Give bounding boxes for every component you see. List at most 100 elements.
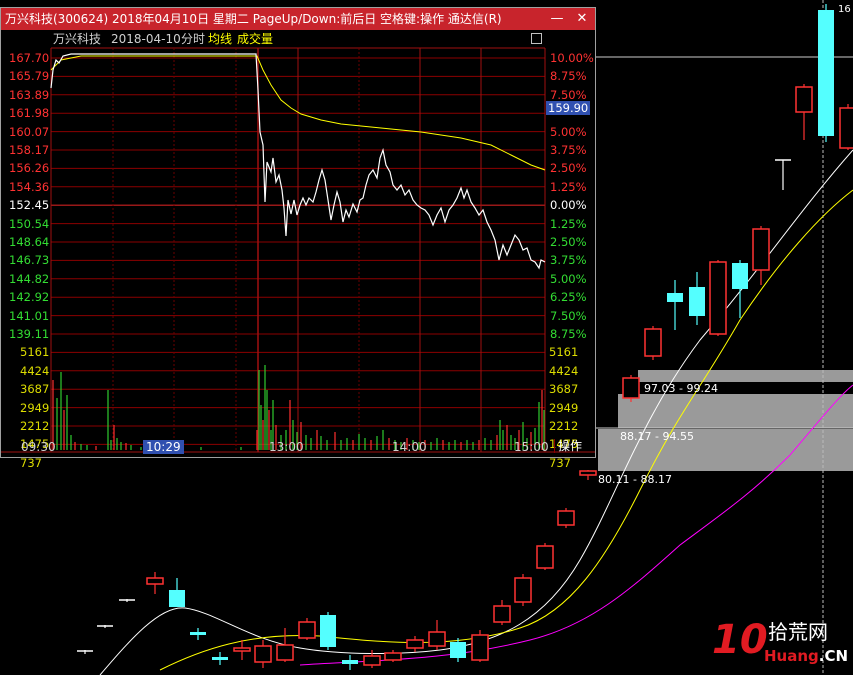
percent-axis-label: 2.50% [550,161,587,176]
price-axis-label: 161.98 [9,106,50,121]
percent-axis-label: 1.25% [550,179,587,194]
price-axis-label: 163.89 [9,87,50,102]
volume-axis-label: 737 [20,455,42,470]
price-axis-label: 139.11 [9,327,50,341]
price-tag: 159.90 [546,101,591,115]
kline-candle [471,630,489,662]
kline-candle [190,628,206,640]
price-axis-label: 148.64 [9,235,50,249]
kline-candle [342,655,358,670]
watermark-ten: 10 [712,617,768,663]
percent-axis-label: 3.75% [550,253,587,268]
price-axis-label: 156.26 [9,161,50,176]
price-axis-label: 165.79 [9,69,50,84]
kline-candle [644,326,662,360]
kline-candle [406,636,424,652]
kline-candle [298,618,316,640]
volume-axis-label: 4424 [549,363,579,378]
price-axis-label: 141.01 [9,308,50,323]
kline-candle [839,104,853,150]
kline-candle [97,625,113,628]
kline-candle [212,652,228,665]
watermark-url: Huang.CN [764,647,849,665]
chip-range-label: 97.03 - 99.24 [644,382,718,395]
kline-candle [818,4,834,142]
popup-title-bar[interactable]: 万兴科技(300624) 2018年04月10日 星期二 PageUp/Down… [1,8,595,30]
price-axis-label: 146.73 [9,253,50,268]
percent-axis-label: 1.25% [550,216,587,231]
percent-axis-label: 5.00% [550,124,587,139]
watermark-name: 拾荒网 [768,620,828,644]
top-right-label: 16 [838,4,851,15]
kline-candle [146,572,164,594]
volume-axis-label: 3687 [549,382,579,397]
percent-axis-label: 8.75% [550,69,587,84]
close-button[interactable]: ✕ [571,8,593,30]
percent-axis-label: 7.50% [550,308,587,323]
kline-candle [622,375,640,402]
price-axis-label: 144.82 [9,271,50,286]
kline-candle [795,84,813,140]
price-axis-label: 167.70 [9,51,50,65]
percent-axis-label: 6.25% [550,290,587,305]
kline-candle [709,260,727,336]
volume-axis-label: 5161 [20,345,50,360]
volume-axis-label: 2949 [549,400,579,415]
kline-candle [557,508,575,528]
kline-candle [775,159,791,190]
kline-candle [667,280,683,330]
price-axis-label: 142.92 [9,290,50,305]
price-axis-label: 152.45 [9,198,50,213]
kline-candle [732,260,748,318]
intraday-popup-window[interactable]: 万兴科技(300624) 2018年04月10日 星期二 PageUp/Down… [0,7,596,470]
kline-candle [320,612,336,650]
kline-candle [119,599,135,602]
kline-candle [363,650,381,668]
kline-candle [276,628,294,662]
kline-candle [579,470,597,480]
price-axis-label: 160.07 [9,124,50,139]
watermark-logo: 10 拾荒网 Huang.CN [708,618,848,670]
chip-bar [638,370,853,382]
minimize-button[interactable]: — [546,8,568,30]
percent-axis-label: 8.75% [550,327,587,341]
price-axis-label: 150.54 [9,216,50,231]
chip-range-label: 80.11 - 88.17 [598,473,672,486]
volume-axis-label: 3687 [20,382,50,397]
kline-candle [514,574,532,606]
kline-candle [77,650,93,654]
kline-candle [536,543,554,570]
percent-axis-label: 3.75% [550,143,587,157]
time-label-1300: 13:00 [269,440,304,454]
chip-range-label: 88.17 - 94.55 [620,430,694,443]
operate-button[interactable]: 操作 [554,439,582,453]
percent-axis-label: 10.00% [550,51,594,65]
volume-axis-label: 2949 [20,400,50,415]
volume-axis-label: 2212 [549,419,579,433]
kline-candle [689,272,705,325]
volume-axis-label: 5161 [549,345,579,360]
volume-axis-label: 4424 [20,363,50,378]
kline-candle [254,640,272,668]
volume-axis-label: 737 [549,455,571,470]
percent-axis-label: 0.00% [550,198,587,213]
price-axis-label: 158.17 [9,143,50,157]
kline-candle [493,600,511,625]
kline-candle [169,578,185,607]
kline-candle [450,638,466,662]
percent-axis-label: 2.50% [550,235,587,249]
kline-candle [233,640,251,660]
popup-title: 万兴科技(300624) 2018年04月10日 星期二 PageUp/Down… [5,12,502,26]
intraday-chart [1,47,595,453]
kline-candle [428,620,446,650]
kline-candle [752,226,770,285]
time-label-0930: 09:30 [21,440,56,454]
percent-axis-label: 7.50% [550,87,587,102]
kline-candle [384,650,402,662]
time-label-1400: 14:00 [392,440,427,454]
price-axis-label: 154.36 [9,179,50,194]
cursor-time-tag: 10:29 [143,440,184,454]
volume-axis-label: 2212 [20,419,50,433]
time-label-1500: 15:00 [514,440,549,454]
percent-axis-label: 5.00% [550,271,587,286]
